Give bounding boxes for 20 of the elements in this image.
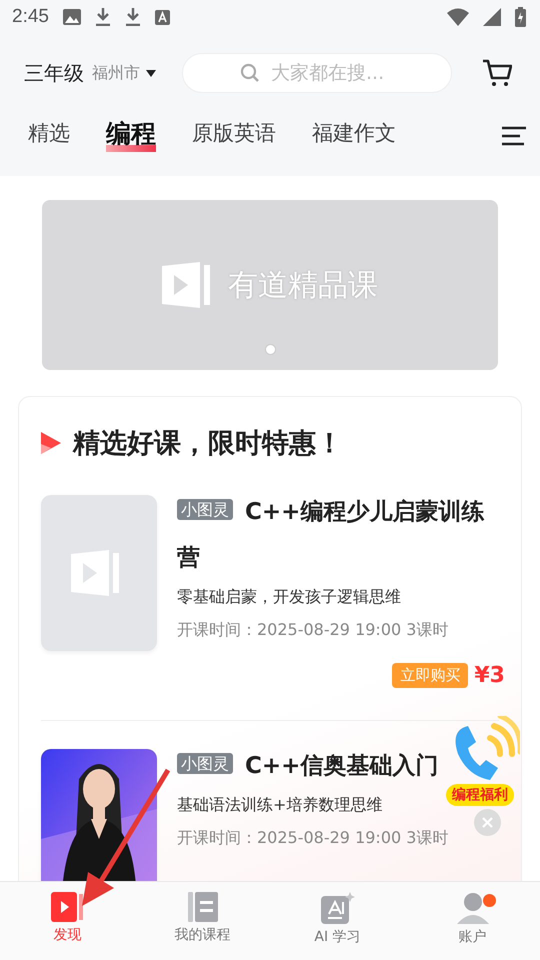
nav-tab[interactable]: 账户 bbox=[405, 882, 540, 960]
course-subtitle: 基础语法训练+培养数理思维 bbox=[177, 795, 384, 816]
category-tab[interactable]: 福建作文 bbox=[312, 119, 396, 153]
section-title: 精选好课，限时特惠！ bbox=[73, 427, 343, 461]
grade-label[interactable]: 三年级 bbox=[24, 60, 84, 86]
nav-tab[interactable]: 我的课程 bbox=[135, 882, 270, 960]
nav-tab[interactable]: AI 学习 bbox=[270, 882, 405, 960]
course-subtitle: 零基础启蒙，开发孩子逻辑思维 bbox=[177, 587, 402, 608]
search-field[interactable]: 大家都在搜... bbox=[182, 53, 452, 93]
course-schedule: 开课时间：2025-08-29 19:00 3课时 bbox=[177, 620, 450, 641]
promo-widget[interactable]: 编程福利 bbox=[446, 716, 530, 806]
course-title[interactable]: $^{小图灵}$ C++编程少儿启蒙训练营 bbox=[177, 487, 499, 581]
course-schedule: 开课时间：2025-08-29 19:00 3课时 bbox=[177, 828, 450, 849]
category-tab[interactable]: 原版英语 bbox=[192, 119, 276, 153]
promo-label: 编程福利 bbox=[446, 784, 514, 806]
nav-tab[interactable]: 发现 bbox=[0, 882, 135, 960]
status-time: 2:45 bbox=[12, 6, 49, 28]
city-selector[interactable]: 福州市 bbox=[92, 62, 156, 84]
category-tab[interactable]: 精选 bbox=[28, 119, 70, 153]
price: ¥3 bbox=[474, 663, 505, 688]
